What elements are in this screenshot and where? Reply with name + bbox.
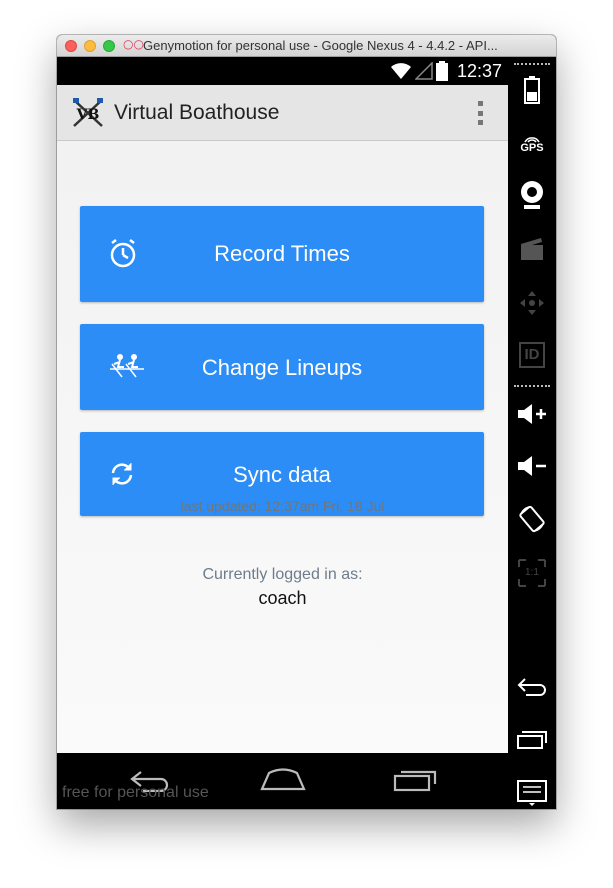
gps-icon[interactable]: GPS xyxy=(516,127,548,159)
change-lineups-label: Change Lineups xyxy=(201,355,363,380)
battery-icon xyxy=(435,61,448,81)
window-title: Genymotion for personal use - Google Nex… xyxy=(143,38,498,53)
scale-icon[interactable]: 1:1 xyxy=(516,557,548,589)
change-lineups-button[interactable]: Change Lineups xyxy=(80,324,484,410)
battery-icon[interactable] xyxy=(516,74,548,106)
watermark-text: free for personal use xyxy=(62,784,209,801)
id-icon[interactable]: ID xyxy=(516,339,548,371)
logged-in-user: coach xyxy=(258,588,307,608)
app-logo-text: VB xyxy=(76,107,100,123)
signal-icon xyxy=(414,62,433,80)
dpad-icon[interactable] xyxy=(516,287,548,319)
close-window-button[interactable] xyxy=(65,40,77,52)
volume-down-icon[interactable] xyxy=(516,450,548,482)
id-label: ID xyxy=(519,342,545,368)
last-updated-text: last updated: 12:37am Fri, 18 Jul xyxy=(180,498,385,514)
app-logo-icon: VB xyxy=(73,98,103,127)
menu-icon[interactable] xyxy=(516,777,548,809)
home-icon[interactable] xyxy=(260,767,306,791)
scale-label: 1:1 xyxy=(525,567,539,578)
wifi-icon xyxy=(390,63,411,79)
volume-up-icon[interactable] xyxy=(516,398,548,430)
main-content: Record Times Change Lineups Sync data la… xyxy=(57,141,508,753)
window-titlebar: ○○ Genymotion for personal use - Google … xyxy=(57,35,556,57)
back-icon[interactable] xyxy=(516,671,548,703)
action-bar: VB Virtual Boathouse xyxy=(57,85,508,141)
device-screen: 12:37 VB Virtual Boathouse Record Times … xyxy=(57,57,508,809)
webcam-icon[interactable] xyxy=(516,179,548,211)
app-title: Virtual Boathouse xyxy=(114,101,280,124)
gps-label: GPS xyxy=(520,141,544,154)
sync-data-label: Sync data xyxy=(233,462,331,487)
record-times-label: Record Times xyxy=(214,241,350,266)
logged-in-label: Currently logged in as: xyxy=(202,566,363,583)
minimize-window-button[interactable] xyxy=(84,40,96,52)
clapper-icon[interactable] xyxy=(516,233,548,265)
genymotion-logo-icon: ○○ xyxy=(123,37,144,51)
recents-icon[interactable] xyxy=(516,724,548,756)
emulator-window: ○○ Genymotion for personal use - Google … xyxy=(57,35,556,809)
zoom-window-button[interactable] xyxy=(103,40,115,52)
status-clock: 12:37 xyxy=(456,60,502,81)
record-times-button[interactable]: Record Times xyxy=(80,206,484,302)
overflow-menu-icon[interactable] xyxy=(476,101,484,125)
genymotion-toolbar: GPS ID 1:1 xyxy=(508,57,556,809)
recents-icon[interactable] xyxy=(393,768,437,792)
status-bar: 12:37 xyxy=(57,57,508,85)
rotate-icon[interactable] xyxy=(516,503,548,535)
